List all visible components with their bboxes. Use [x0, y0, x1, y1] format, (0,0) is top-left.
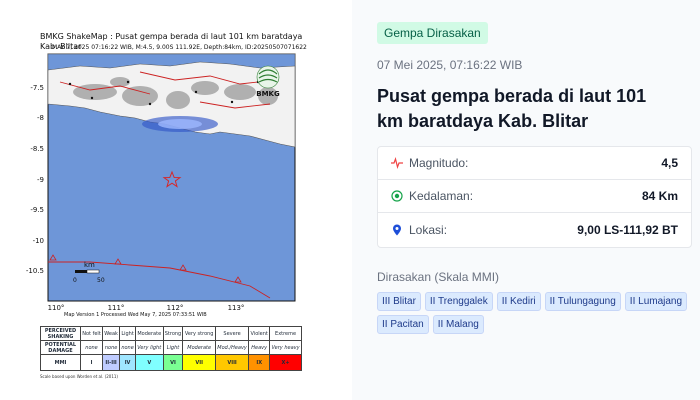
shakemap-panel: BMKG ShakeMap : Pusat gempa berada di la… [0, 0, 350, 400]
felt-tag-lumajang[interactable]: II Lumajang [624, 292, 688, 311]
felt-region-tags: III Blitar II Trenggalek II Kediri II Tu… [377, 292, 697, 334]
bmkg-logo: BMKG [256, 65, 280, 98]
location-row: Lokasi: 9,00 LS-111,92 BT [378, 213, 691, 247]
svg-text:-9.5: -9.5 [30, 206, 44, 214]
depth-row: Kedalaman: 84 Km [378, 180, 691, 213]
felt-earthquake-badge: Gempa Dirasakan [377, 22, 488, 44]
event-headline: Pusat gempa berada di laut 101 km baratd… [377, 86, 647, 131]
depth-value: 84 Km [641, 189, 678, 203]
svg-text:50: 50 [97, 277, 105, 284]
svg-text:0: 0 [73, 277, 77, 284]
svg-text:km: km [84, 261, 95, 269]
shakemap-image: BMKG km 0 50 -7.5 -8 -8.5 -9 -9.5 -10 -1… [26, 53, 296, 312]
earthquake-info-panel: Gempa Dirasakan 07 Mei 2025, 07:16:22 WI… [352, 0, 700, 400]
event-timestamp: 07 Mei 2025, 07:16:22 WIB [377, 58, 523, 72]
depth-label: Kedalaman: [409, 189, 474, 203]
felt-section-title: Dirasakan (Skala MMI) [377, 270, 500, 284]
mmi-cell: II-III [102, 354, 121, 371]
felt-tag-trenggalek[interactable]: II Trenggalek [424, 292, 493, 311]
map-pin-icon [391, 224, 403, 236]
mmi-cell: I [79, 354, 104, 371]
mmi-cell: X+ [269, 354, 302, 371]
magnitude-value: 4,5 [661, 156, 678, 170]
event-stats-card: Magnitudo: 4,5 Kedalaman: 84 Km Lokasi: … [377, 146, 692, 248]
mmi-legend-table: PERCEIVED SHAKING Not felt Weak Light Mode… [40, 326, 302, 371]
longitude-axis: 110° 111° 112° 113° [48, 304, 245, 312]
location-value: 9,00 LS-111,92 BT [577, 223, 678, 237]
svg-text:-8: -8 [37, 114, 44, 122]
felt-tag-pacitan[interactable]: II Pacitan [377, 315, 429, 334]
felt-tag-blitar[interactable]: III Blitar [377, 292, 421, 311]
pulse-icon [391, 157, 403, 169]
svg-text:-8.5: -8.5 [30, 145, 44, 153]
mmi-cell: VII [182, 354, 216, 371]
mmi-row: MMI I II-III IV V VI VII VIII IX X+ [40, 354, 302, 371]
svg-text:-7.5: -7.5 [30, 84, 44, 92]
svg-text:110°: 110° [48, 304, 65, 312]
svg-text:113°: 113° [228, 304, 245, 312]
mmi-cell: VI [162, 354, 184, 371]
mmi-cell: IX [248, 354, 271, 371]
svg-text:-9: -9 [37, 176, 44, 184]
latitude-axis: -7.5 -8 -8.5 -9 -9.5 -10 -10.5 [26, 84, 44, 275]
bmkg-logo-text: BMKG [256, 90, 280, 98]
shakemap-footer: Map Version 1 Processed Wed May 7, 2025 … [64, 312, 207, 318]
svg-text:111°: 111° [108, 304, 125, 312]
felt-tag-kediri[interactable]: II Kediri [496, 292, 541, 311]
svg-text:-10: -10 [33, 237, 44, 245]
target-icon [391, 190, 403, 202]
felt-tag-malang[interactable]: II Malang [432, 315, 484, 334]
mmi-cell: V [134, 354, 164, 371]
mmi-cell: IV [119, 354, 136, 371]
magnitude-label: Magnitudo: [409, 156, 469, 170]
mmi-scale-note: Scale based upon Worden et al. (2011) [40, 374, 118, 379]
felt-tag-tulungagung[interactable]: II Tulungagung [544, 292, 621, 311]
magnitude-row: Magnitudo: 4,5 [378, 147, 691, 180]
shakemap-subtitle: MAY 7, 2025 07:16:22 WIB, M:4.5, 9.00S 1… [52, 44, 307, 51]
location-label: Lokasi: [409, 223, 448, 237]
svg-text:-10.5: -10.5 [26, 267, 44, 275]
svg-text:112°: 112° [167, 304, 184, 312]
shaking-row: PERCEIVED SHAKING Not felt Weak Light Mode… [40, 326, 302, 341]
mmi-cell: VIII [214, 354, 250, 371]
damage-row: POTENTIAL DAMAGE none none none Very light… [40, 340, 302, 355]
